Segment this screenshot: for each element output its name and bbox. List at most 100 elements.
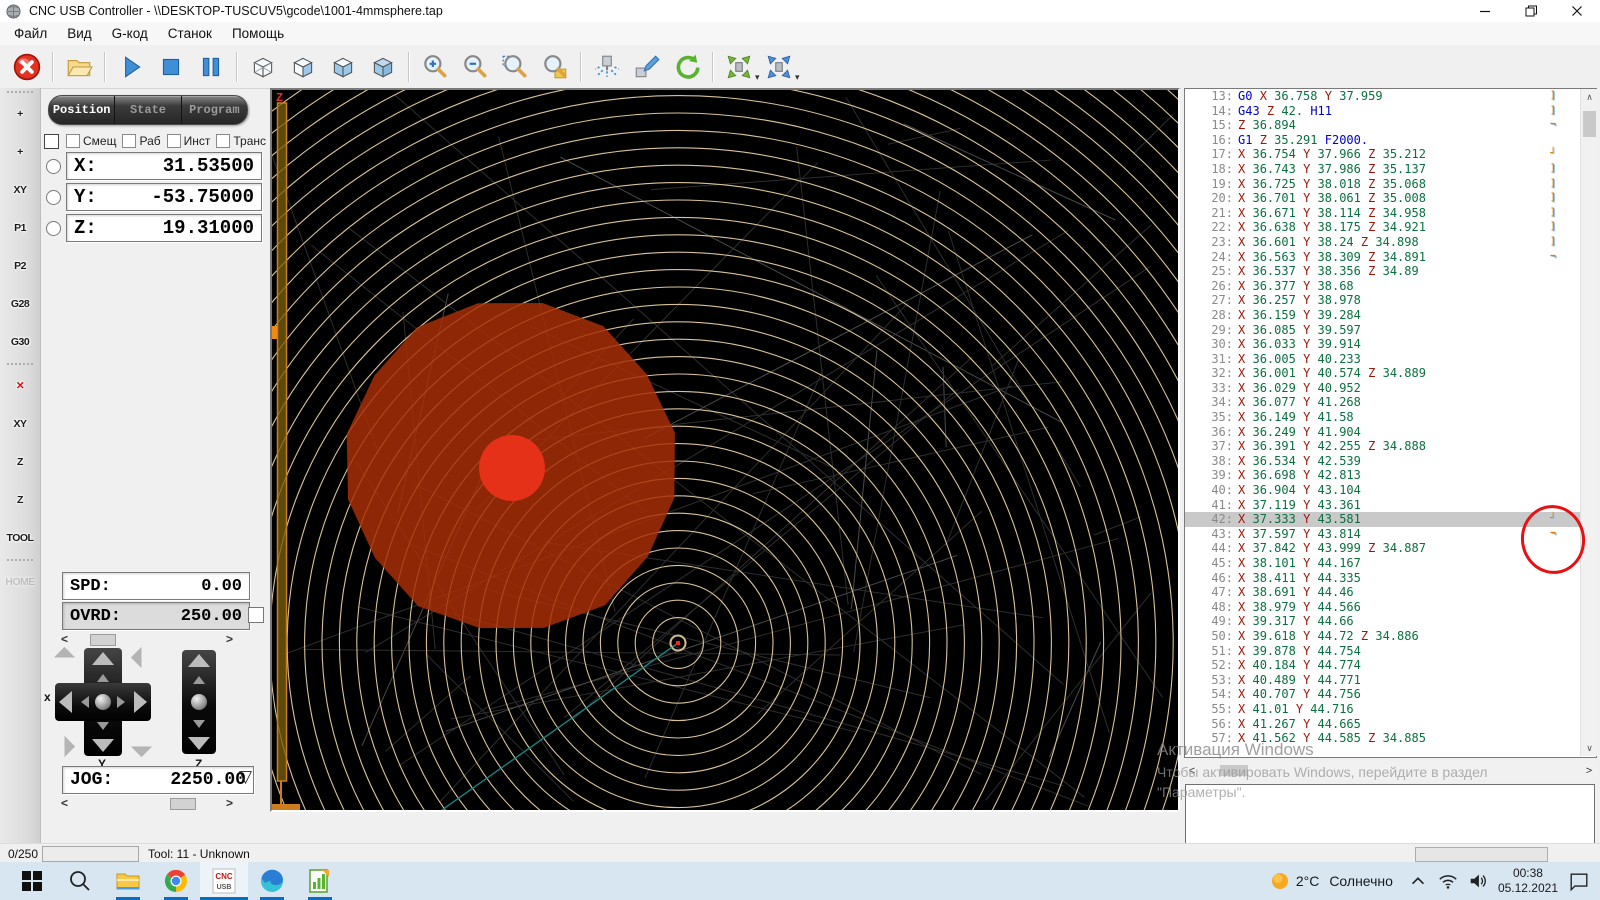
- y-axis-display[interactable]: Y: -53.75000: [66, 183, 262, 211]
- goto-g28-button[interactable]: G28: [3, 287, 37, 321]
- toolpath-3d-view[interactable]: Z: [270, 88, 1180, 812]
- taskbar-search-icon[interactable]: [56, 862, 104, 900]
- jog-diag-up-right-icon[interactable]: [130, 646, 153, 669]
- taskbar-explorer-icon[interactable]: [104, 862, 152, 900]
- jog-diag-up-left-icon[interactable]: [53, 646, 76, 669]
- weather-temp[interactable]: 2°C: [1296, 873, 1320, 889]
- menu-gcode[interactable]: G-код: [102, 24, 158, 43]
- override-slider[interactable]: < >: [61, 632, 233, 646]
- gcode-line[interactable]: 50: X 39.618 Y 44.72 Z 34.886: [1185, 629, 1596, 644]
- goto-zero-work-button[interactable]: +: [3, 135, 37, 169]
- jog-z-plus-slow-icon[interactable]: [193, 676, 205, 684]
- gcode-line[interactable]: 38: X 36.534 Y 42.539: [1185, 454, 1596, 469]
- slider-left-arrow[interactable]: <: [61, 797, 68, 809]
- gcode-line[interactable]: 54: X 40.707 Y 44.756: [1185, 687, 1596, 702]
- z-jog-pad[interactable]: [182, 650, 216, 754]
- gcode-horizontal-scrollbar[interactable]: < >: [1184, 762, 1597, 779]
- scroll-up-icon[interactable]: ∧: [1581, 89, 1598, 105]
- gcode-line[interactable]: 27: X 36.257 Y 38.978: [1185, 293, 1596, 308]
- jog-y-minus-icon[interactable]: [92, 739, 114, 752]
- gcode-line[interactable]: 32: X 36.001 Y 40.574 Z 34.889: [1185, 366, 1596, 381]
- zero-xy-button[interactable]: XY: [3, 407, 37, 441]
- gcode-line[interactable]: 40: X 36.904 Y 43.104: [1185, 483, 1596, 498]
- notification-icon[interactable]: [1568, 870, 1590, 892]
- zoom-tool-button[interactable]: [536, 48, 574, 86]
- master-checkbox[interactable]: [44, 133, 59, 149]
- x-axis-display[interactable]: X: 31.53500: [66, 152, 262, 180]
- gcode-vertical-scrollbar[interactable]: ∧ ∨: [1580, 89, 1598, 756]
- regenerate-button[interactable]: [668, 48, 706, 86]
- gcode-line[interactable]: 26: X 36.377 Y 38.68: [1185, 279, 1596, 294]
- mdi-input-box[interactable]: [1185, 784, 1595, 846]
- close-button[interactable]: [1554, 0, 1600, 22]
- zoom-in-button[interactable]: [416, 48, 454, 86]
- gcode-line[interactable]: 49: X 39.317 Y 44.66: [1185, 614, 1596, 629]
- gcode-line[interactable]: 47: X 38.691 Y 44.46: [1185, 585, 1596, 600]
- gcode-line[interactable]: 23: X 36.601 Y 38.24 Z 34.898]: [1185, 235, 1596, 250]
- probe-button[interactable]: [628, 48, 666, 86]
- gcode-line[interactable]: 37: X 36.391 Y 42.255 Z 34.888: [1185, 439, 1596, 454]
- jog-center-ball[interactable]: [95, 694, 111, 710]
- scroll-thumb[interactable]: [1220, 765, 1248, 776]
- zero-z-button[interactable]: Z: [3, 445, 37, 479]
- jog-y-plus-icon[interactable]: [92, 652, 114, 665]
- x-axis-radio[interactable]: [46, 159, 61, 174]
- open-file-button[interactable]: [60, 48, 98, 86]
- spindle-speed-display[interactable]: SPD: 0.00: [62, 572, 250, 600]
- gcode-line[interactable]: 56: X 41.267 Y 44.665: [1185, 717, 1596, 732]
- toolpath-canvas[interactable]: Z: [272, 90, 1178, 810]
- gcode-line[interactable]: 52: X 40.184 Y 44.774: [1185, 658, 1596, 673]
- slider-right-arrow[interactable]: >: [226, 797, 233, 809]
- dropdown-caret-icon[interactable]: ▾: [795, 72, 805, 83]
- jog-y-plus-slow-icon[interactable]: [97, 674, 109, 682]
- gcode-line-list[interactable]: 13: G0 X 36.758 Y 37.959] 14: G43 Z 42. H11…: [1184, 88, 1597, 758]
- jog-z-plus-icon[interactable]: [188, 654, 210, 667]
- y-axis-radio[interactable]: [46, 190, 61, 205]
- gcode-line[interactable]: 24: X 36.563 Y 38.309 Z 34.891 ¬: [1185, 250, 1596, 265]
- gcode-line[interactable]: 19: X 36.725 Y 38.018 Z 35.068]: [1185, 177, 1596, 192]
- goto-g30-button[interactable]: G30: [3, 325, 37, 359]
- gcode-line[interactable]: 28: X 36.159 Y 39.284: [1185, 308, 1596, 323]
- gcode-line[interactable]: 13: G0 X 36.758 Y 37.959]: [1185, 89, 1596, 104]
- slider-thumb[interactable]: [90, 634, 117, 646]
- z-axis-radio[interactable]: [46, 221, 61, 236]
- goto-zero-button[interactable]: +: [3, 97, 37, 131]
- goto-xy-button[interactable]: XY: [3, 173, 37, 207]
- chevron-up-icon[interactable]: [1408, 871, 1428, 891]
- gcode-line[interactable]: 36: X 36.249 Y 41.904: [1185, 425, 1596, 440]
- simulate-button[interactable]: [588, 48, 626, 86]
- gcode-line[interactable]: 46: X 38.411 Y 44.335: [1185, 571, 1596, 586]
- gcode-line[interactable]: 53: X 40.489 Y 44.771: [1185, 673, 1596, 688]
- work-checkbox[interactable]: [122, 134, 137, 148]
- jog-z-ball[interactable]: [191, 694, 207, 710]
- gcode-line[interactable]: 18: X 36.743 Y 37.986 Z 35.137]: [1185, 162, 1596, 177]
- slider-track[interactable]: [72, 797, 222, 810]
- scroll-right-icon[interactable]: >: [1581, 765, 1597, 777]
- goto-p1-button[interactable]: P1: [3, 211, 37, 245]
- scroll-down-icon[interactable]: ∨: [1581, 740, 1598, 756]
- gcode-line[interactable]: 55: X 41.01 Y 44.716: [1185, 702, 1596, 717]
- cube-half-button[interactable]: [284, 48, 322, 86]
- jog-slider[interactable]: < >: [61, 796, 233, 810]
- tab-position[interactable]: Position: [49, 96, 116, 124]
- gcode-line[interactable]: 48: X 38.979 Y 44.566: [1185, 600, 1596, 615]
- machine-green-button[interactable]: ▾: [720, 48, 760, 86]
- slider-left-arrow[interactable]: <: [61, 633, 68, 645]
- gcode-line[interactable]: 15: Z 36.894 ¬: [1185, 118, 1596, 133]
- slider-track[interactable]: [72, 633, 222, 646]
- jog-x-minus-slow-icon[interactable]: [81, 696, 89, 708]
- offset-checkbox[interactable]: [66, 134, 80, 148]
- cube-wire-button[interactable]: [244, 48, 282, 86]
- gcode-line[interactable]: 20: X 36.701 Y 38.061 Z 35.008]: [1185, 191, 1596, 206]
- gcode-line[interactable]: 22: X 36.638 Y 38.175 Z 34.921]: [1185, 220, 1596, 235]
- taskbar-edge-icon[interactable]: [248, 862, 296, 900]
- tool-checkbox[interactable]: [166, 134, 181, 148]
- gcode-line[interactable]: 34: X 36.077 Y 41.268: [1185, 395, 1596, 410]
- sun-icon[interactable]: [1269, 870, 1291, 892]
- gcode-line[interactable]: 16: G1 Z 35.291 F2000.: [1185, 133, 1596, 148]
- measure-z-button[interactable]: Z: [3, 483, 37, 517]
- xy-jog-pad[interactable]: [53, 646, 153, 758]
- taskbar-start-button[interactable]: [8, 862, 56, 900]
- gcode-line[interactable]: 29: X 36.085 Y 39.597: [1185, 323, 1596, 338]
- taskbar-gcode-editor-icon[interactable]: [296, 862, 344, 900]
